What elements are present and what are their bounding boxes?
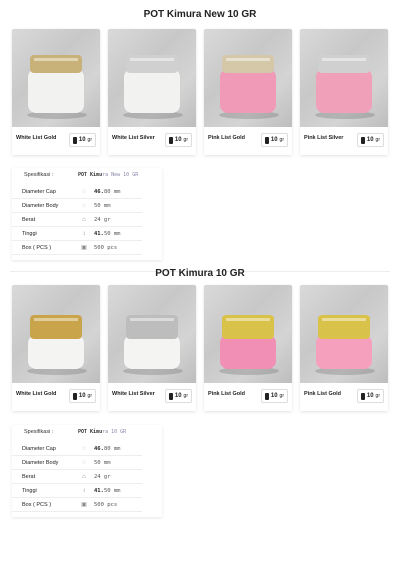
product-card[interactable]: Pink List Silver 10 gr <box>300 29 388 155</box>
bottle-icon <box>264 392 269 400</box>
weight-icon: ⌂ <box>82 217 86 223</box>
height-icon: ↕ <box>82 231 86 237</box>
product-label: White List Silver <box>112 135 155 141</box>
product-label: White List Gold <box>16 391 57 397</box>
product-photo <box>12 29 100 127</box>
jar-illustration <box>27 315 87 375</box>
section-title: POT Kimura New 10 GR <box>143 9 257 20</box>
jar-illustration <box>123 315 183 375</box>
bottle-icon <box>264 136 269 144</box>
jar-cap-highlight <box>322 58 366 61</box>
jar-cap-highlight <box>130 58 174 61</box>
product-card[interactable]: Pink List Gold 10 gr <box>204 29 292 155</box>
jar-cap <box>30 55 82 73</box>
weight-badge: 10 gr <box>356 389 384 403</box>
product-label: White List Gold <box>16 135 57 141</box>
jar-illustration <box>315 315 375 375</box>
measure-icon: ◌ <box>82 189 86 195</box>
measure-icon: ◌ <box>82 460 86 466</box>
jar-cap-highlight <box>226 58 270 61</box>
spec-row: Box ( PCS ) ▣ 500 pcs <box>12 499 142 512</box>
spec-row: Box ( PCS ) ▣ 500 pcs <box>12 242 142 255</box>
jar-illustration <box>123 55 183 119</box>
product-label: Pink List Gold <box>208 391 245 397</box>
jar-body <box>220 335 276 369</box>
product-photo <box>300 29 388 127</box>
product-card[interactable]: Pink List Gold 10 gr <box>300 285 388 411</box>
spec-row: Diameter Body ◌ 50 mm <box>12 200 142 213</box>
product-label: Pink List Gold <box>304 391 341 397</box>
weight-badge: 10 gr <box>68 133 96 147</box>
bottle-icon <box>72 136 77 144</box>
jar-illustration <box>27 55 87 119</box>
jar-cap <box>222 55 274 73</box>
product-photo <box>204 285 292 383</box>
jar-illustration <box>219 315 279 375</box>
jar-cap-highlight <box>130 318 174 321</box>
product-photo <box>12 285 100 383</box>
measure-icon: ◌ <box>82 446 86 452</box>
jar-body <box>28 335 84 369</box>
spec-product-name: POT Kimura 10 GR <box>78 429 127 435</box>
box-icon: ▣ <box>81 502 87 508</box>
spec-row: Berat ⌂ 24 gr <box>12 214 142 227</box>
product-card[interactable]: White List Gold 10 gr <box>12 285 100 411</box>
bottle-icon <box>360 392 365 400</box>
product-card[interactable]: White List Gold 10 gr <box>12 29 100 155</box>
product-card[interactable]: White List Silver 10 gr <box>108 29 196 155</box>
spec-row: Tinggi ↕ 41.50 mm <box>12 485 142 498</box>
spec-card: Spesifikasi : POT Kimura 10 GR Diameter … <box>12 425 162 517</box>
product-photo <box>300 285 388 383</box>
section-title: POT Kimura 10 GR <box>155 268 245 279</box>
bottle-icon <box>72 392 77 400</box>
jar-body <box>316 69 372 113</box>
spec-row: Berat ⌂ 24 gr <box>12 471 142 484</box>
weight-badge: 10 gr <box>260 389 288 403</box>
bottle-icon <box>168 392 173 400</box>
product-photo <box>108 29 196 127</box>
jar-cap-highlight <box>322 318 366 321</box>
weight-badge: 10 gr <box>260 133 288 147</box>
spec-product-name: POT Kimura New 10 GR <box>78 172 139 178</box>
jar-cap <box>318 55 370 73</box>
bottle-icon <box>360 136 365 144</box>
weight-badge: 10 gr <box>68 389 96 403</box>
weight-icon: ⌂ <box>82 474 86 480</box>
weight-badge: 10 gr <box>356 133 384 147</box>
spec-row: Diameter Body ◌ 50 mm <box>12 457 142 470</box>
jar-cap-highlight <box>34 318 78 321</box>
spec-heading: Spesifikasi : <box>24 172 54 178</box>
product-label: White List Silver <box>112 391 155 397</box>
jar-body <box>220 69 276 113</box>
height-icon: ↕ <box>82 488 86 494</box>
product-label: Pink List Silver <box>304 135 344 141</box>
jar-cap <box>126 55 178 73</box>
product-card[interactable]: Pink List Gold 10 gr <box>204 285 292 411</box>
product-card[interactable]: White List Silver 10 gr <box>108 285 196 411</box>
measure-icon: ◌ <box>82 203 86 209</box>
jar-body <box>124 69 180 113</box>
jar-cap-highlight <box>34 58 78 61</box>
spec-card: Spesifikasi : POT Kimura New 10 GR Diame… <box>12 168 162 260</box>
box-icon: ▣ <box>81 245 87 251</box>
product-photo <box>204 29 292 127</box>
spec-row: Tinggi ↕ 41.50 mm <box>12 228 142 241</box>
product-photo <box>108 285 196 383</box>
spec-heading: Spesifikasi : <box>24 429 54 435</box>
weight-badge: 10 gr <box>164 389 192 403</box>
product-label: Pink List Gold <box>208 135 245 141</box>
spec-row: Diameter Cap ◌ 46.80 mm <box>12 443 142 456</box>
spec-row: Diameter Cap ◌ 46.80 mm <box>12 186 142 199</box>
jar-body <box>316 335 372 369</box>
bottle-icon <box>168 136 173 144</box>
jar-cap-highlight <box>226 318 270 321</box>
weight-badge: 10 gr <box>164 133 192 147</box>
jar-illustration <box>219 55 279 119</box>
jar-body <box>124 335 180 369</box>
jar-body <box>28 69 84 113</box>
jar-illustration <box>315 55 375 119</box>
